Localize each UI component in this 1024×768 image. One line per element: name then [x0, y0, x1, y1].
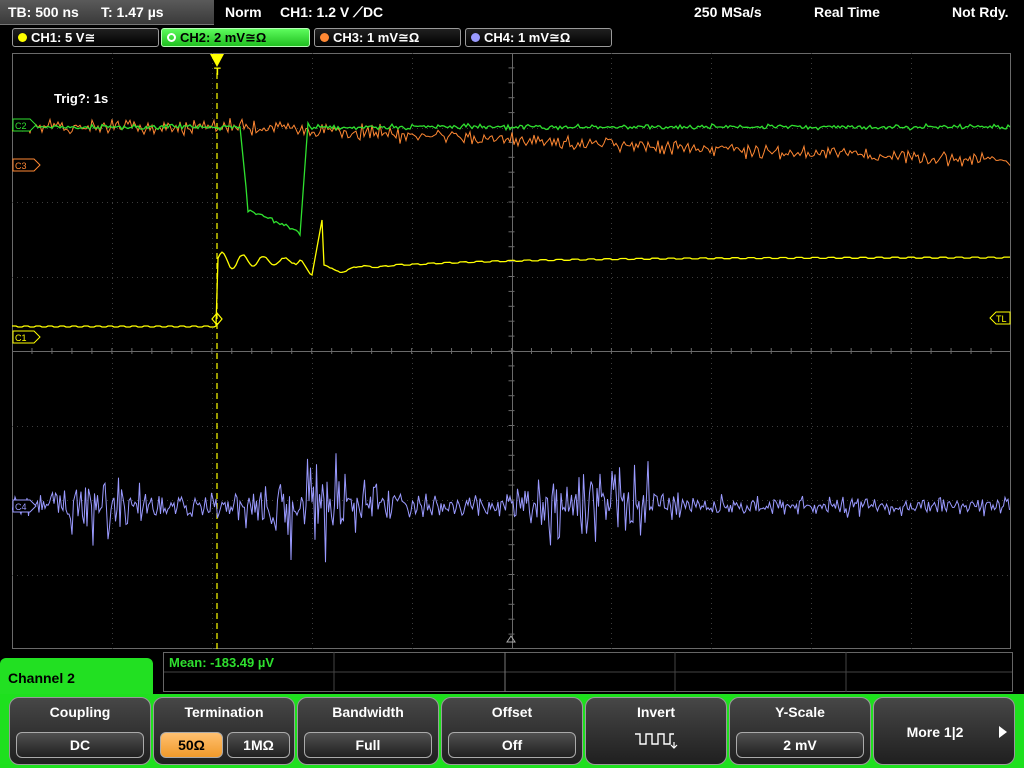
tab-channel-3[interactable]: CH3: 1 mV≅Ω — [314, 28, 461, 47]
tab-channel-2[interactable]: CH2: 2 mV≅Ω — [161, 28, 310, 47]
termination-50ohm-option[interactable]: 50Ω — [160, 732, 223, 758]
bandwidth-title: Bandwidth — [332, 704, 404, 720]
invert-title: Invert — [636, 704, 676, 720]
coupling-value[interactable]: DC — [16, 732, 144, 758]
svg-text:TL: TL — [996, 314, 1007, 324]
chevron-right-icon — [999, 726, 1007, 738]
offset-button[interactable]: Offset Off — [441, 697, 583, 765]
measurement-panel: Mean: -183.49 µV — [163, 652, 1013, 692]
ready-state-label: Not Rdy. — [952, 4, 1009, 20]
svg-text:T: T — [214, 66, 221, 78]
more-label: More 1|2 — [906, 724, 964, 740]
trigger-setting-label[interactable]: CH1: 1.2 V ⟋DC — [280, 4, 383, 21]
coupling-button[interactable]: Coupling DC — [9, 697, 151, 765]
y-scale-button[interactable]: Y-Scale 2 mV — [729, 697, 871, 765]
tab-channel-2-label: CH2: 2 mV≅Ω — [180, 30, 267, 45]
svg-text:C3: C3 — [15, 161, 27, 171]
termination-1mohm-option[interactable]: 1MΩ — [227, 732, 290, 758]
offset-title: Offset — [491, 704, 533, 720]
invert-button[interactable]: Invert — [585, 697, 727, 765]
trigger-time-label: T: 1.47 µs — [101, 4, 164, 20]
coupling-title: Coupling — [49, 704, 111, 720]
bandwidth-button[interactable]: Bandwidth Full — [297, 697, 439, 765]
active-channel-label: Channel 2 — [0, 658, 153, 696]
tab-channel-4[interactable]: CH4: 1 mV≅Ω — [465, 28, 612, 47]
svg-text:C4: C4 — [15, 502, 27, 512]
termination-button[interactable]: Termination 50Ω 1MΩ — [153, 697, 295, 765]
svg-text:C2: C2 — [15, 121, 27, 131]
trigger-info-text: Trig?: 1s — [54, 91, 108, 106]
tab-channel-4-label: CH4: 1 mV≅Ω — [484, 30, 571, 45]
termination-title: Termination — [184, 704, 264, 720]
channel-1-dot-icon — [18, 33, 27, 42]
tab-channel-1[interactable]: CH1: 5 V≅ — [12, 28, 159, 47]
svg-text:C1: C1 — [15, 333, 27, 343]
y-scale-value[interactable]: 2 mV — [736, 732, 864, 758]
mean-measurement-text: Mean: -183.49 µV — [169, 655, 274, 670]
channel-3-marker[interactable]: C3 — [12, 158, 41, 172]
tab-channel-3-label: CH3: 1 mV≅Ω — [333, 30, 420, 45]
more-button[interactable]: More 1|2 — [873, 697, 1015, 765]
bandwidth-value[interactable]: Full — [304, 732, 432, 758]
channel-2-dot-icon — [167, 33, 176, 42]
channel-4-dot-icon — [471, 33, 480, 42]
waveform-display[interactable]: T Trig?: 1s C2 C3 C1 C4 TL — [12, 53, 1011, 649]
status-bar: TB: 500 ns T: 1.47 µs Norm CH1: 1.2 V ⟋D… — [0, 0, 1024, 25]
channel-1-marker[interactable]: C1 — [12, 330, 41, 344]
channel-3-dot-icon — [320, 33, 329, 42]
timebase-box[interactable]: TB: 500 ns T: 1.47 µs — [0, 0, 214, 25]
y-scale-title: Y-Scale — [775, 704, 825, 720]
offset-value[interactable]: Off — [448, 732, 576, 758]
trigger-mode-label[interactable]: Norm — [225, 4, 262, 20]
sample-rate-label: 250 MSa/s — [694, 4, 762, 20]
tab-channel-1-label: CH1: 5 V≅ — [31, 30, 96, 45]
acquisition-mode-label: Real Time — [814, 4, 880, 20]
invert-waveform-icon — [635, 733, 678, 749]
timebase-label: TB: 500 ns — [8, 4, 79, 20]
